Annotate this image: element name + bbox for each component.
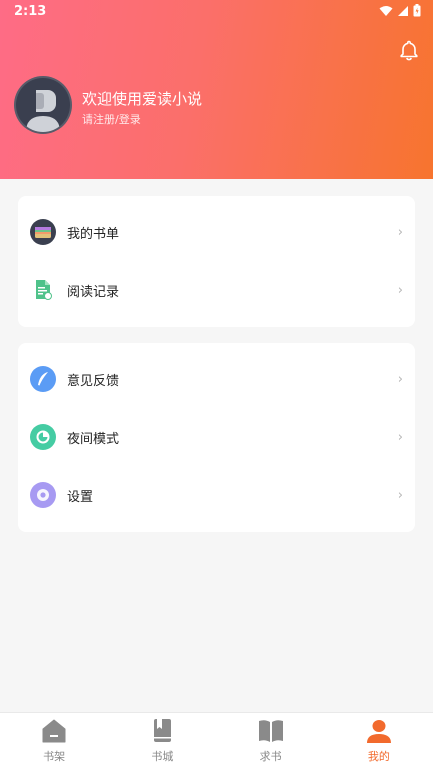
- chevron-right-icon: ›: [397, 487, 403, 503]
- tab-bookshelf[interactable]: 书架: [0, 713, 108, 771]
- tab-label: 书城: [151, 750, 174, 763]
- tab-label: 求书: [259, 750, 282, 763]
- menu-item-feedback[interactable]: 意见反馈 ›: [18, 350, 415, 408]
- menu-label: 意见反馈: [67, 373, 120, 389]
- tab-profile[interactable]: 我的: [325, 713, 433, 771]
- profile-header: 2:13 欢迎使用爱读小说 请注册/登录: [0, 0, 433, 179]
- signal-icon: [398, 5, 408, 16]
- booklist-icon: [30, 219, 56, 245]
- welcome-text: 欢迎使用爱读小说: [82, 90, 203, 108]
- chevron-right-icon: ›: [397, 429, 403, 445]
- menu-label: 阅读记录: [67, 284, 120, 300]
- reading-record-icon: [30, 277, 56, 303]
- settings-icon: [30, 482, 56, 508]
- status-bar: 2:13: [0, 0, 433, 24]
- menu-item-reading-record[interactable]: 阅读记录 ›: [18, 261, 415, 319]
- wifi-icon: [379, 5, 393, 16]
- menu-card-library: 我的书单 › 阅读记录 ›: [18, 196, 415, 327]
- menu-card-settings: 意见反馈 › 夜间模式 › 设置 ›: [18, 343, 415, 532]
- register-login-link[interactable]: 请注册/登录: [82, 111, 141, 127]
- night-mode-icon: [30, 424, 56, 450]
- tab-label: 书架: [43, 750, 66, 763]
- chevron-right-icon: ›: [397, 371, 403, 387]
- menu-item-night-mode[interactable]: 夜间模式 ›: [18, 408, 415, 466]
- menu-label: 我的书单: [67, 226, 120, 242]
- feedback-icon: [30, 366, 56, 392]
- tab-label: 我的: [367, 750, 390, 763]
- avatar[interactable]: [14, 76, 72, 134]
- menu-label: 设置: [67, 489, 94, 505]
- menu-item-settings[interactable]: 设置 ›: [18, 466, 415, 524]
- notification-bell-icon[interactable]: [397, 38, 421, 62]
- tab-request-book[interactable]: 求书: [217, 713, 325, 771]
- chevron-right-icon: ›: [397, 224, 403, 240]
- default-avatar-icon: [26, 90, 60, 132]
- menu-label: 夜间模式: [67, 431, 120, 447]
- bookshelf-icon: [42, 719, 66, 743]
- profile-icon: [366, 720, 391, 743]
- bookstore-icon: [154, 719, 172, 742]
- status-time: 2:13: [14, 4, 47, 19]
- status-icons: [379, 4, 421, 17]
- battery-icon: [413, 4, 421, 17]
- request-book-icon: [258, 720, 283, 742]
- bottom-tab-bar: 书架 书城 求书 我的: [0, 712, 433, 771]
- tab-bookstore[interactable]: 书城: [108, 713, 216, 771]
- chevron-right-icon: ›: [397, 282, 403, 298]
- menu-item-booklist[interactable]: 我的书单 ›: [18, 203, 415, 261]
